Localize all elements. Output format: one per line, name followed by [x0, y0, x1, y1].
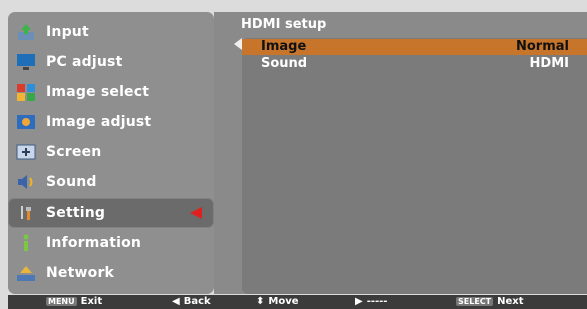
menu-item-label: Setting [46, 205, 106, 221]
setting-icon [14, 202, 38, 224]
menu-item-label: Network [46, 265, 115, 281]
row-value: Normal [516, 39, 569, 54]
menu-item-label: Sound [46, 174, 97, 190]
image-select-icon [14, 81, 38, 103]
selected-pointer-icon [190, 207, 202, 219]
right-arrow-icon: ▶ [355, 296, 363, 307]
menu-item-image-select[interactable]: Image select [8, 77, 214, 107]
menu-item-sound[interactable]: Sound [8, 167, 214, 197]
row-label: Image [261, 39, 307, 54]
back-arrow-icon: ◀ [172, 296, 180, 307]
hint-label: Back [183, 296, 211, 307]
pc-adjust-icon [14, 51, 38, 73]
hint-label: ----- [366, 296, 388, 307]
menu-item-image-adjust[interactable]: Image adjust [8, 107, 214, 137]
hint-bar: MENU Exit ◀ Back ⬍ Move ▶ ----- SELECT N… [8, 295, 587, 309]
information-icon [14, 232, 38, 254]
menu-item-label: Screen [46, 144, 102, 160]
network-icon [14, 262, 38, 284]
menu-item-information[interactable]: Information [8, 228, 214, 258]
menu-item-label: Image adjust [46, 114, 152, 130]
menu-item-network[interactable]: Network [8, 258, 214, 288]
panel-title: HDMI setup [241, 17, 327, 32]
main-menu: Input PC adjust Image select Image adjus… [8, 12, 214, 294]
hint-right: ▶ ----- [355, 296, 387, 307]
image-adjust-icon [14, 111, 38, 133]
hdmi-setup-panel: HDMI setup Image Normal Sound HDMI [214, 12, 587, 294]
menu-item-label: PC adjust [46, 54, 123, 70]
select-button-icon: SELECT [456, 297, 494, 306]
menu-button-icon: MENU [46, 297, 77, 306]
menu-item-input[interactable]: Input [8, 17, 214, 47]
hint-next: SELECT Next [456, 296, 524, 307]
hint-label: Move [268, 296, 299, 307]
menu-item-setting[interactable]: Setting [8, 198, 214, 228]
menu-item-label: Information [46, 235, 142, 251]
screen-icon [14, 141, 38, 163]
menu-item-label: Image select [46, 84, 150, 100]
hint-move: ⬍ Move [256, 296, 299, 307]
setting-row-sound[interactable]: Sound HDMI [242, 56, 587, 72]
hint-exit: MENU Exit [46, 296, 102, 307]
hint-back: ◀ Back [172, 296, 211, 307]
row-value: HDMI [529, 56, 569, 71]
input-icon [14, 21, 38, 43]
sound-icon [14, 171, 38, 193]
hint-label: Next [497, 296, 524, 307]
hint-label: Exit [80, 296, 103, 307]
menu-item-label: Input [46, 24, 89, 40]
projector-osd: Input PC adjust Image select Image adjus… [0, 0, 587, 309]
row-label: Sound [261, 56, 308, 71]
menu-item-screen[interactable]: Screen [8, 137, 214, 167]
menu-item-pc-adjust[interactable]: PC adjust [8, 47, 214, 77]
panel-pointer-icon [234, 38, 242, 50]
move-arrows-icon: ⬍ [256, 296, 265, 307]
panel-list: Image Normal Sound HDMI [242, 38, 587, 294]
setting-row-image[interactable]: Image Normal [242, 39, 587, 55]
